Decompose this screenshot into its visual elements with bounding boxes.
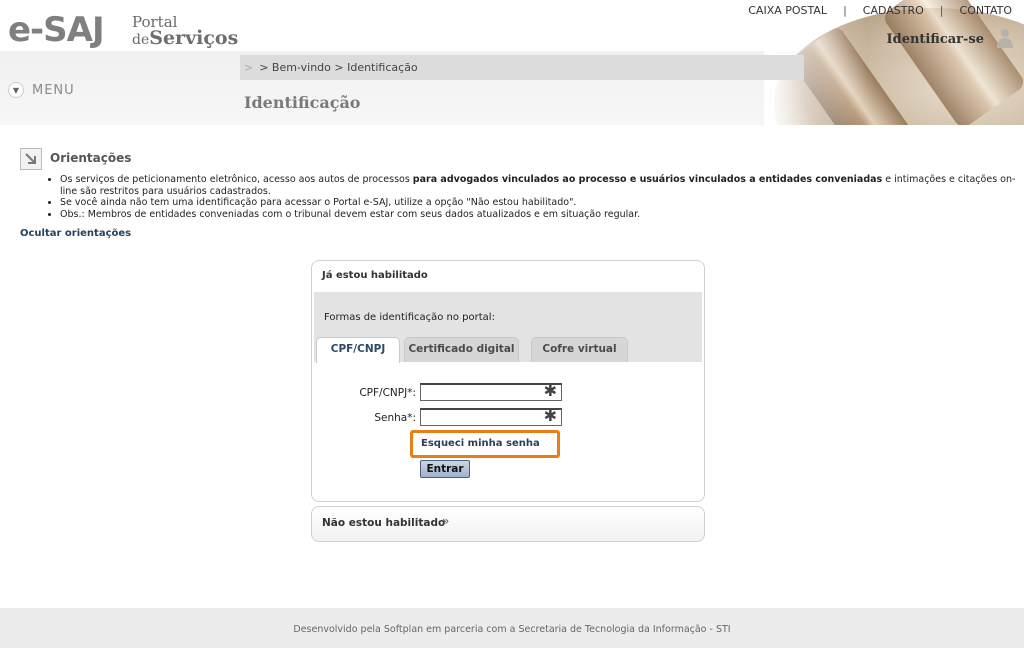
cadastro-link[interactable]: CADASTRO xyxy=(863,4,924,17)
logo-de-word: de xyxy=(132,32,150,48)
caixa-postal-link[interactable]: CAIXA POSTAL xyxy=(748,4,827,17)
arrow-down-right-icon xyxy=(20,148,42,170)
contato-link[interactable]: CONTATO xyxy=(960,4,1012,17)
chevron-down-icon: ▼ xyxy=(8,82,24,98)
user-icon[interactable] xyxy=(996,28,1014,48)
login-panel-title: Já estou habilitado xyxy=(322,270,428,281)
tab-cpf-cnpj[interactable]: CPF/CNPJ xyxy=(316,337,400,363)
tab-certificado-digital[interactable]: Certificado digital xyxy=(404,337,519,362)
separator: | xyxy=(939,4,944,17)
separator: | xyxy=(843,4,847,17)
breadcrumb-text: > Bem-vindo > Identificação xyxy=(259,61,418,74)
cpf-input[interactable]: ✱ xyxy=(420,381,562,401)
password-label: Senha*: xyxy=(374,412,416,424)
menu-button[interactable]: ▼ MENU xyxy=(8,82,75,98)
breadcrumb-arrow-icon: > xyxy=(244,61,254,74)
not-enabled-panel[interactable]: Não estou habilitado » xyxy=(311,506,705,542)
list-item: Obs.: Membros de entidades conveniadas c… xyxy=(60,209,1020,221)
logo-portal-text: Portal deServiços xyxy=(132,14,238,48)
page-title: Identificação xyxy=(244,93,361,112)
orientations-title: Orientações xyxy=(50,151,132,165)
double-chevron-right-icon: » xyxy=(442,514,450,528)
forgot-password-link[interactable]: Esqueci minha senha xyxy=(410,430,560,458)
identify-link[interactable]: Identificar-se xyxy=(887,32,984,47)
logo-servicos-word: Serviços xyxy=(149,27,239,49)
orientations-list: Os serviços de peticionamento eletrônico… xyxy=(40,174,1020,220)
forms-label: Formas de identificação no portal: xyxy=(324,312,495,323)
breadcrumb: > > Bem-vindo > Identificação xyxy=(240,55,804,80)
footer: Desenvolvido pela Softplan em parceria c… xyxy=(0,608,1024,648)
login-panel: Já estou habilitado Formas de identifica… xyxy=(311,260,705,502)
enter-button[interactable]: Entrar xyxy=(420,460,470,478)
list-item: Os serviços de peticionamento eletrônico… xyxy=(60,174,1020,197)
cpf-label: CPF/CNPJ*: xyxy=(359,387,416,399)
required-asterisk-icon: ✱ xyxy=(543,381,557,400)
required-asterisk-icon: ✱ xyxy=(543,406,557,425)
not-enabled-label: Não estou habilitado xyxy=(322,517,446,529)
menu-label: MENU xyxy=(32,82,75,98)
logo-esaj-text: e-SAJ xyxy=(8,10,105,50)
list-item: Se você ainda não tem uma identificação … xyxy=(60,197,1020,209)
hide-orientations-link[interactable]: Ocultar orientações xyxy=(20,228,131,239)
tab-cofre-virtual[interactable]: Cofre virtual xyxy=(531,337,628,362)
top-links: CAIXA POSTAL | CADASTRO | CONTATO xyxy=(748,4,1012,17)
password-input[interactable]: ✱ xyxy=(420,406,562,426)
